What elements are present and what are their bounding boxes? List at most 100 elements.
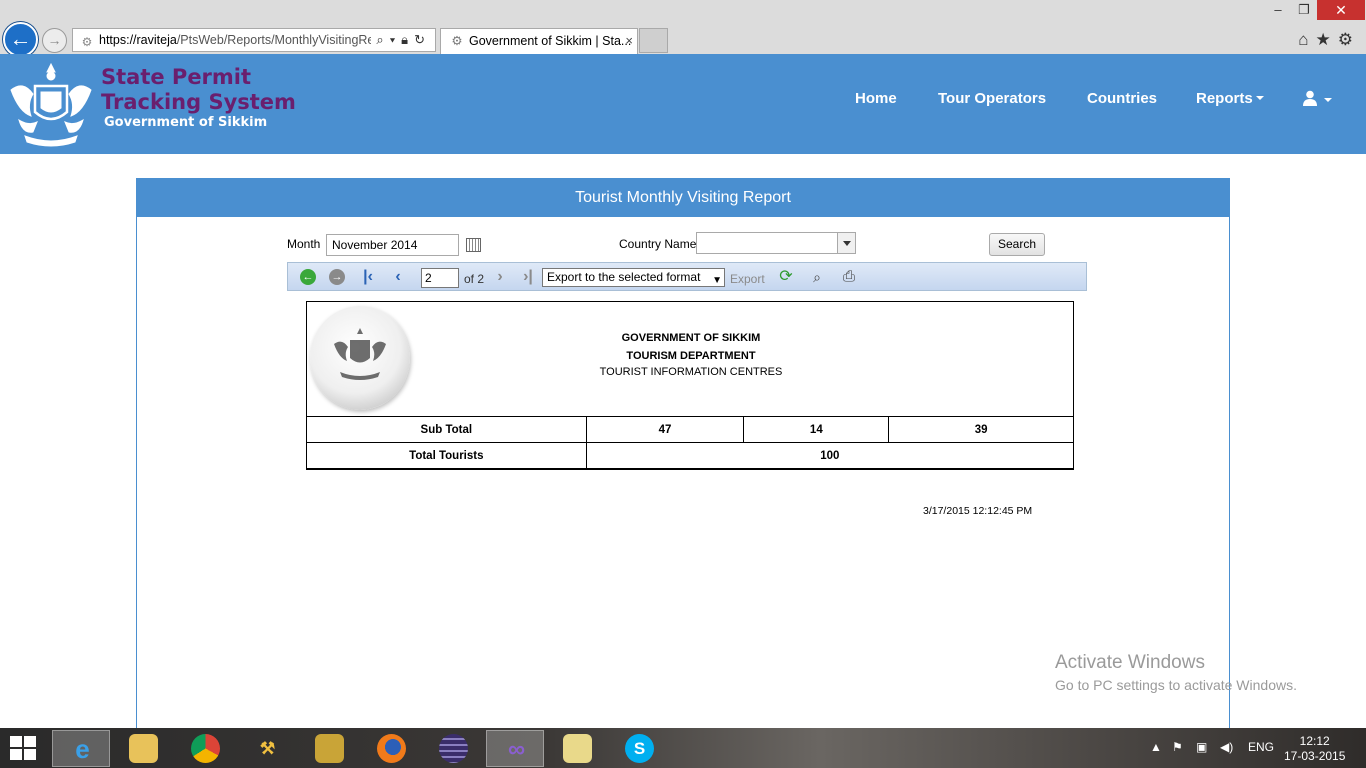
nav-home[interactable]: Home — [855, 90, 897, 110]
database-icon — [315, 734, 344, 763]
country-name-select[interactable] — [696, 232, 856, 254]
report-line-government: GOVERNMENT OF SIKKIM — [621, 332, 761, 344]
browser-tab[interactable]: ⚙ Government of Sikkim | Sta... × — [440, 28, 638, 54]
forward-arrow-icon: → — [47, 32, 62, 48]
refresh-icon[interactable]: ↻ — [414, 32, 431, 47]
panel-title: Tourist Monthly Visiting Report — [137, 179, 1229, 217]
chrome-icon — [191, 734, 220, 763]
close-window-button[interactable]: ✕ — [1317, 0, 1365, 20]
report-line-department: TOURISM DEPARTMENT — [626, 350, 756, 362]
taskbar-firefox[interactable] — [362, 730, 420, 767]
site-header: State Permit Tracking System Government … — [0, 54, 1366, 154]
nav-tour-operators[interactable]: Tour Operators — [938, 90, 1046, 110]
report-totals-table: Sub Total 47 14 39 Total Tourists 100 — [306, 416, 1075, 469]
user-icon — [1303, 90, 1317, 106]
taskbar-internet-explorer[interactable]: e — [52, 730, 110, 767]
user-menu[interactable] — [1302, 90, 1332, 110]
url-path: /PtsWeb/Reports/MonthlyVisitingRe — [176, 33, 371, 47]
new-tab-button[interactable] — [639, 28, 668, 53]
settings-gear-icon[interactable]: ⚙ — [1338, 30, 1360, 49]
favorites-star-icon[interactable]: ★ — [1316, 30, 1338, 49]
site-title-line1: State Permit — [101, 65, 252, 89]
back-button[interactable]: ← — [3, 22, 38, 57]
url-text: https://raviteja/PtsWeb/Reports/MonthlyV… — [99, 29, 371, 51]
search-button[interactable]: Search — [989, 233, 1045, 256]
back-to-parent-icon[interactable]: ← — [300, 269, 316, 285]
firefox-icon — [377, 734, 406, 763]
export-link[interactable]: Export — [730, 272, 765, 286]
caret-down-icon — [1324, 98, 1332, 102]
home-icon[interactable]: ⌂ — [1298, 30, 1315, 49]
taskbar-visual-studio[interactable]: ∞ — [486, 730, 544, 767]
find-icon[interactable]: ⌕ — [807, 267, 827, 287]
show-hidden-icons[interactable]: ▲ — [1150, 740, 1162, 754]
back-arrow-icon: ← — [9, 26, 32, 51]
table-cell: 39 — [888, 416, 1074, 443]
nav-countries[interactable]: Countries — [1087, 90, 1157, 110]
folder-icon — [563, 734, 592, 763]
taskbar-folder[interactable] — [548, 730, 606, 767]
taskbar-eclipse[interactable] — [424, 730, 482, 767]
country-name-label: Country Name — [619, 237, 697, 251]
start-button[interactable] — [10, 736, 38, 760]
system-clock[interactable]: 12:12 17-03-2015 — [1284, 734, 1345, 764]
month-label: Month — [287, 237, 321, 251]
table-cell-label: Total Tourists — [306, 442, 587, 469]
taskbar-skype[interactable]: S — [610, 730, 668, 767]
sikkim-emblem-logo[interactable] — [5, 58, 97, 148]
nav-reports-label: Reports — [1196, 90, 1253, 107]
minimize-button[interactable]: – — [1265, 0, 1291, 20]
forward-icon[interactable]: → — [329, 269, 345, 285]
taskbar-tools[interactable]: ⚒ — [238, 730, 296, 767]
activate-windows-subtitle: Go to PC settings to activate Windows. — [1055, 677, 1297, 693]
search-icon[interactable]: ⌕ — [376, 32, 389, 47]
previous-page-icon[interactable]: ‹ — [388, 267, 408, 287]
report-document: GOVERNMENT OF SIKKIM TOURISM DEPARTMENT … — [306, 301, 1075, 470]
browser-chrome: ← → ⚙ https://raviteja/PtsWeb/Reports/Mon… — [0, 0, 1366, 57]
first-page-icon[interactable]: |‹ — [358, 267, 378, 287]
calendar-icon[interactable] — [466, 238, 481, 252]
restore-button[interactable]: ❐ — [1291, 0, 1317, 20]
report-line-centres: TOURIST INFORMATION CENTRES — [599, 366, 783, 378]
address-bar[interactable]: ⚙ https://raviteja/PtsWeb/Reports/Monthly… — [72, 28, 436, 52]
month-input[interactable]: November 2014 — [326, 234, 459, 256]
eclipse-icon — [439, 734, 468, 763]
next-page-icon[interactable]: › — [490, 267, 510, 287]
activate-windows-title: Activate Windows — [1055, 652, 1205, 673]
tab-title: Government of Sikkim | Sta... — [469, 34, 632, 48]
page-number-input[interactable]: 2 — [421, 268, 459, 288]
page-icon: ⚙ — [81, 35, 93, 49]
url-host: https://raviteja — [99, 33, 177, 47]
action-center-flag-icon[interactable]: ⚑ — [1172, 740, 1183, 754]
language-indicator[interactable]: ENG — [1248, 740, 1274, 754]
page-count: of 2 — [464, 272, 485, 286]
windows-taskbar: e ⚒ ∞ S ▲ ⚑ ▣ ◀) ENG 12:12 17-03-2015 — [0, 728, 1366, 768]
chevron-down-icon[interactable] — [837, 233, 855, 253]
site-title-line2: Tracking System — [101, 90, 296, 114]
caret-down-icon — [1255, 96, 1264, 100]
volume-icon[interactable]: ◀) — [1220, 740, 1233, 754]
windows-logo-tile — [24, 749, 36, 760]
windows-logo-tile — [24, 736, 36, 747]
refresh-icon[interactable]: ⟳ — [776, 267, 796, 287]
network-icon[interactable]: ▣ — [1196, 740, 1207, 754]
tab-close-icon[interactable]: × — [625, 29, 633, 53]
taskbar-file-explorer[interactable] — [114, 730, 172, 767]
nav-reports[interactable]: Reports — [1196, 90, 1264, 110]
export-format-select[interactable]: Export to the selected format ▼ — [542, 268, 725, 287]
taskbar-chrome[interactable] — [176, 730, 234, 767]
clock-time: 12:12 — [1299, 734, 1330, 748]
last-page-icon[interactable]: ›| — [518, 267, 538, 287]
dropdown-icon[interactable]: ▾ — [390, 32, 401, 47]
site-title[interactable]: State Permit Tracking System — [101, 65, 296, 115]
visual-studio-icon: ∞ — [507, 736, 526, 763]
skype-icon: S — [625, 734, 654, 763]
print-icon[interactable]: ⎙ — [839, 267, 859, 287]
table-row: Total Tourists 100 — [306, 442, 1075, 469]
windows-logo-tile — [10, 736, 22, 747]
browser-toolbar-icons: ⌂★⚙ — [1298, 30, 1360, 50]
lock-icon[interactable]: 🔒︎ — [401, 32, 414, 47]
taskbar-sql-server[interactable] — [300, 730, 358, 767]
tab-favicon-icon: ⚙ — [451, 34, 463, 48]
forward-button[interactable]: → — [42, 28, 67, 53]
